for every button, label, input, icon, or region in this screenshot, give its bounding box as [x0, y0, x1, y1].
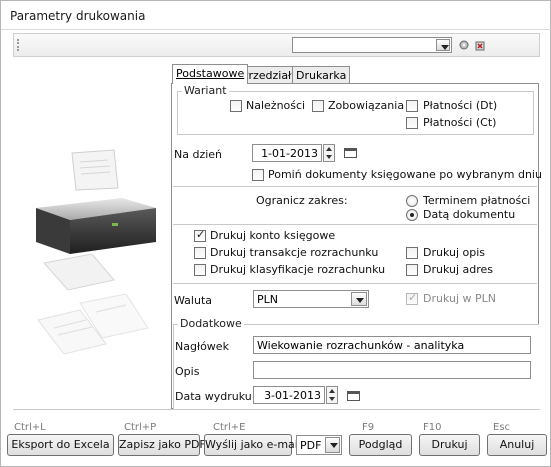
drukuj-klasyfikacje-label: Drukuj klasyfikacje rozrachunku [210, 263, 386, 276]
drukuj-transakcje-label: Drukuj transakcje rozrachunku [210, 246, 379, 259]
data-wydruku-label: Data wydruku [175, 390, 252, 403]
naleznosci-checkbox[interactable] [230, 100, 242, 112]
platnosci-ct-checkbox[interactable] [406, 117, 418, 129]
termin-platnosci-label: Terminem płatności [423, 194, 531, 207]
tab-label: Przedziały [242, 69, 298, 82]
printer-icon [36, 149, 156, 355]
tab-label: Drukarka [296, 69, 347, 82]
drukuj-opis-checkbox[interactable] [406, 247, 418, 259]
footer-divider [13, 409, 540, 410]
drukuj-konto-label: Drukuj konto księgowe [210, 229, 336, 242]
na-dzien-date-input[interactable]: 1-01-2013 [252, 144, 322, 162]
waluta-select[interactable]: PLN [253, 290, 369, 308]
format-value: PDF [300, 439, 322, 452]
waluta-label: Waluta [174, 294, 212, 307]
print-parameters-window: Parametry drukowania Podstawowe Przedzia… [0, 0, 551, 467]
hotkey-print: F10 [423, 422, 442, 433]
toolbar-combo[interactable] [292, 37, 452, 53]
drukuj-transakcje-checkbox[interactable] [194, 247, 206, 259]
export-excel-button[interactable]: Eksport do Excela [7, 434, 114, 456]
waluta-value: PLN [257, 293, 278, 306]
format-select[interactable]: PDF [296, 435, 342, 455]
settings-icon[interactable] [458, 39, 470, 51]
toolbar [13, 33, 540, 57]
cancel-button[interactable]: Anuluj [487, 434, 547, 456]
preview-button[interactable]: Podgląd [349, 434, 412, 456]
termin-platnosci-radio[interactable] [406, 195, 418, 207]
drukuj-w-pln-label: Drukuj w PLN [423, 292, 497, 305]
data-wydruku-spinner[interactable] [326, 386, 338, 404]
hotkey-email: Ctrl+E [213, 422, 246, 433]
delete-icon[interactable] [474, 39, 486, 51]
tab-podstawowe[interactable]: Podstawowe [172, 64, 249, 84]
data-dokumentu-label: Datą dokumentu [423, 208, 516, 221]
tab-label: Podstawowe [176, 67, 245, 80]
na-dzien-label: Na dzień [174, 148, 223, 161]
data-wydruku-input[interactable]: 3-01-2013 [253, 386, 325, 404]
hotkey-pdf: Ctrl+P [124, 422, 157, 433]
divider [173, 186, 537, 187]
divider [173, 224, 537, 225]
drukuj-adres-checkbox[interactable] [406, 264, 418, 276]
save-pdf-button[interactable]: Zapisz jako PDF [118, 434, 206, 456]
drukuj-w-pln-checkbox[interactable] [406, 291, 418, 305]
drukuj-adres-label: Drukuj adres [423, 263, 494, 276]
chevron-down-icon[interactable] [436, 39, 450, 51]
print-button[interactable]: Drukuj [419, 434, 480, 456]
opis-input[interactable] [253, 361, 531, 379]
naleznosci-label: Należności [246, 99, 306, 112]
drukuj-klasyfikacje-checkbox[interactable] [194, 264, 206, 276]
chevron-down-icon[interactable] [351, 292, 367, 306]
title-divider [1, 29, 551, 30]
window-title: Parametry drukowania [10, 9, 146, 23]
naglowek-label: Nagłówek [175, 340, 229, 353]
data-dokumentu-radio[interactable] [406, 209, 418, 221]
zobowiazania-checkbox[interactable] [312, 100, 324, 112]
drukuj-konto-checkbox[interactable] [194, 228, 206, 242]
wariant-legend: Wariant [182, 84, 229, 97]
pomin-checkbox[interactable] [252, 169, 264, 181]
toolbar-grip[interactable] [17, 39, 19, 51]
platnosci-dt-checkbox[interactable] [406, 100, 418, 112]
calendar-icon[interactable] [344, 148, 357, 158]
send-email-button[interactable]: Wyślij jako e-mail [204, 434, 301, 456]
zobowiazania-label: Zobowiązania [328, 99, 405, 112]
divider [173, 283, 537, 284]
naglowek-input[interactable]: Wiekowanie rozrachunków - analityka [253, 336, 531, 354]
hotkey-preview: F9 [362, 422, 375, 433]
hotkey-excel: Ctrl+L [14, 422, 46, 433]
ogranicz-zakres-label: Ogranicz zakres: [256, 194, 348, 207]
hotkey-cancel: Esc [493, 422, 511, 433]
platnosci-ct-label: Płatności (Ct) [423, 116, 497, 129]
calendar-icon[interactable] [347, 391, 360, 401]
pomin-label: Pomiń dokumenty księgowane po wybranym d… [268, 168, 542, 181]
tab-drukarka[interactable]: Drukarka [292, 66, 351, 84]
opis-label: Opis [175, 365, 200, 378]
na-dzien-spinner[interactable] [323, 144, 335, 162]
platnosci-dt-label: Płatności (Dt) [423, 99, 498, 112]
printer-illustration-panel [14, 58, 170, 408]
drukuj-opis-label: Drukuj opis [423, 246, 486, 259]
chevron-down-icon[interactable] [325, 437, 340, 453]
dodatkowe-legend: Dodatkowe [178, 317, 244, 330]
